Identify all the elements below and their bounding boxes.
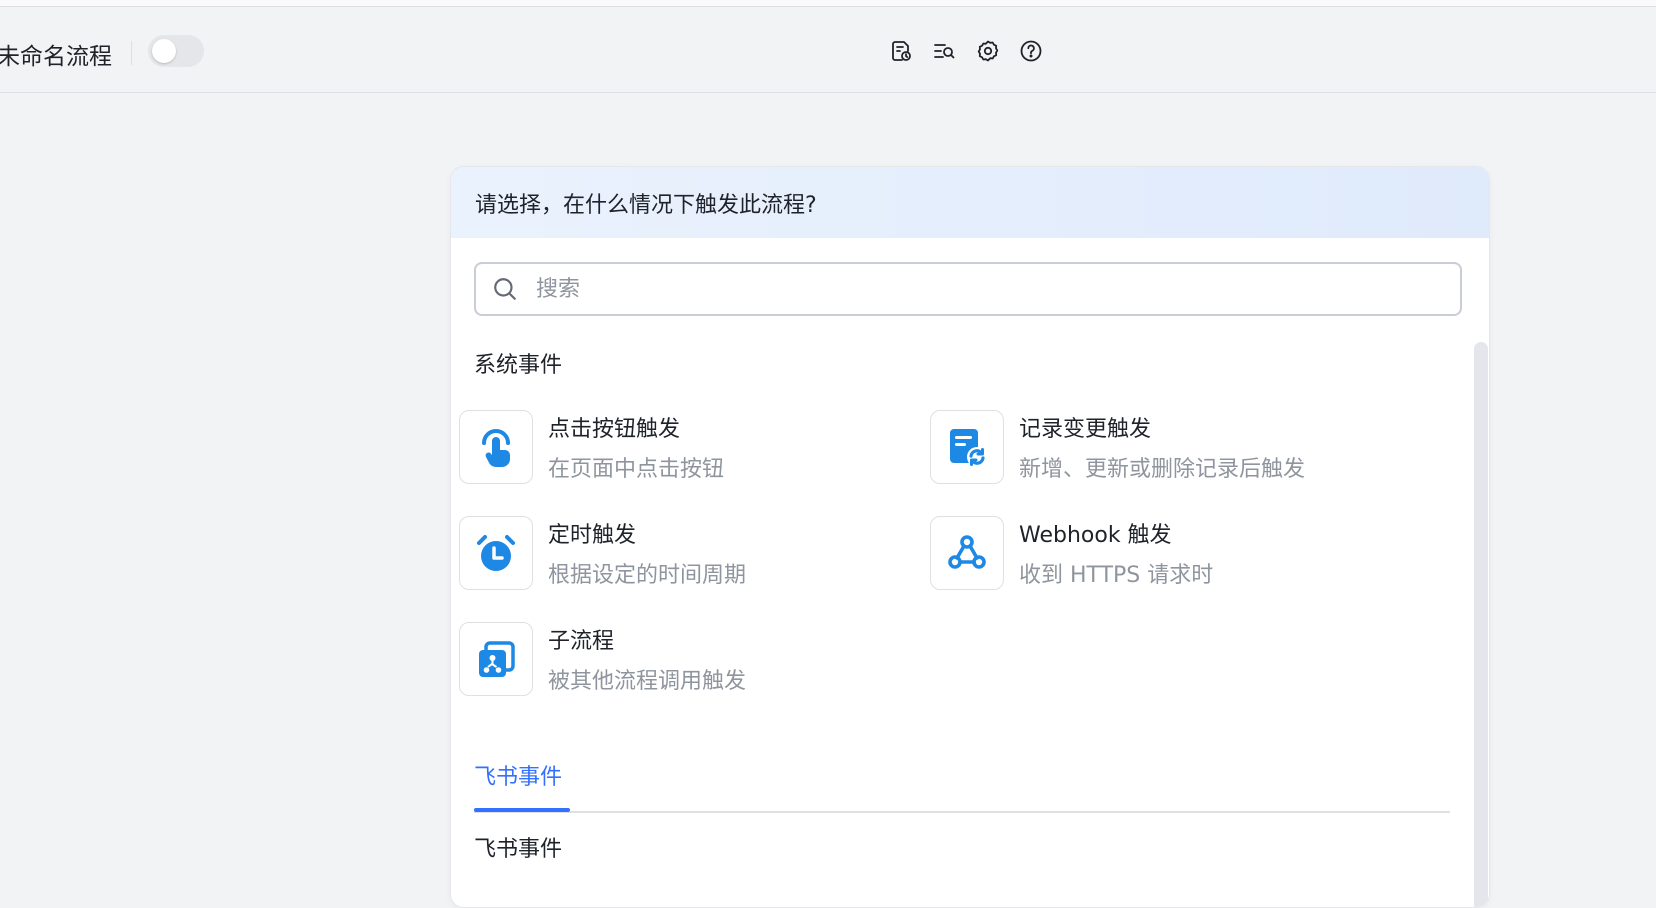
item-name: 记录变更触发 — [1019, 417, 1152, 442]
title-divider — [131, 41, 132, 65]
alarm-clock-icon — [459, 516, 533, 590]
item-name: Webhook 触发 — [1019, 523, 1172, 548]
item-desc: 被其他流程调用触发 — [548, 669, 747, 694]
section-title-system: 系统事件 — [474, 353, 563, 378]
trigger-webhook[interactable]: Webhook 触发 收到 HTTPS 请求时 — [922, 515, 1362, 595]
subflow-icon — [459, 622, 533, 696]
run-log-icon[interactable] — [887, 37, 915, 65]
scrollbar[interactable] — [1474, 342, 1488, 907]
item-desc: 收到 HTTPS 请求时 — [1019, 563, 1214, 588]
window-top-edge — [0, 0, 1656, 7]
search-input[interactable] — [534, 275, 1418, 303]
trigger-subflow[interactable]: 子流程 被其他流程调用触发 — [451, 621, 891, 701]
tab-active-indicator — [474, 808, 570, 812]
top-toolbar: 未命名流程 — [0, 7, 1656, 93]
item-desc: 新增、更新或删除记录后触发 — [1019, 457, 1306, 482]
trigger-scheduled[interactable]: 定时触发 根据设定的时间周期 — [451, 515, 891, 595]
panel-header: 请选择，在什么情况下触发此流程? — [451, 167, 1489, 238]
gear-icon[interactable] — [974, 37, 1002, 65]
item-name: 子流程 — [548, 629, 615, 654]
trigger-select-panel: 请选择，在什么情况下触发此流程? 系统事件 点击按钮触发 在页面中点击按钮 — [450, 166, 1490, 908]
tap-finger-icon — [459, 410, 533, 484]
record-change-icon — [930, 410, 1004, 484]
webhook-icon — [930, 516, 1004, 590]
section-title-feishu: 飞书事件 — [474, 837, 563, 862]
item-name: 点击按钮触发 — [548, 417, 681, 442]
tab-divider — [474, 811, 1450, 813]
item-name: 定时触发 — [548, 523, 637, 548]
search-box[interactable] — [474, 262, 1462, 316]
search-icon — [490, 274, 520, 304]
trigger-record-change[interactable]: 记录变更触发 新增、更新或删除记录后触发 — [922, 409, 1362, 489]
flow-enable-toggle[interactable] — [148, 35, 204, 67]
flow-name[interactable]: 未命名流程 — [0, 37, 112, 71]
toggle-knob — [152, 39, 176, 63]
item-desc: 在页面中点击按钮 — [548, 457, 725, 482]
search-list-icon[interactable] — [930, 37, 958, 65]
trigger-button-click[interactable]: 点击按钮触发 在页面中点击按钮 — [451, 409, 891, 489]
tab-feishu-events[interactable]: 飞书事件 — [474, 759, 562, 791]
item-desc: 根据设定的时间周期 — [548, 563, 747, 588]
help-icon[interactable] — [1017, 37, 1045, 65]
